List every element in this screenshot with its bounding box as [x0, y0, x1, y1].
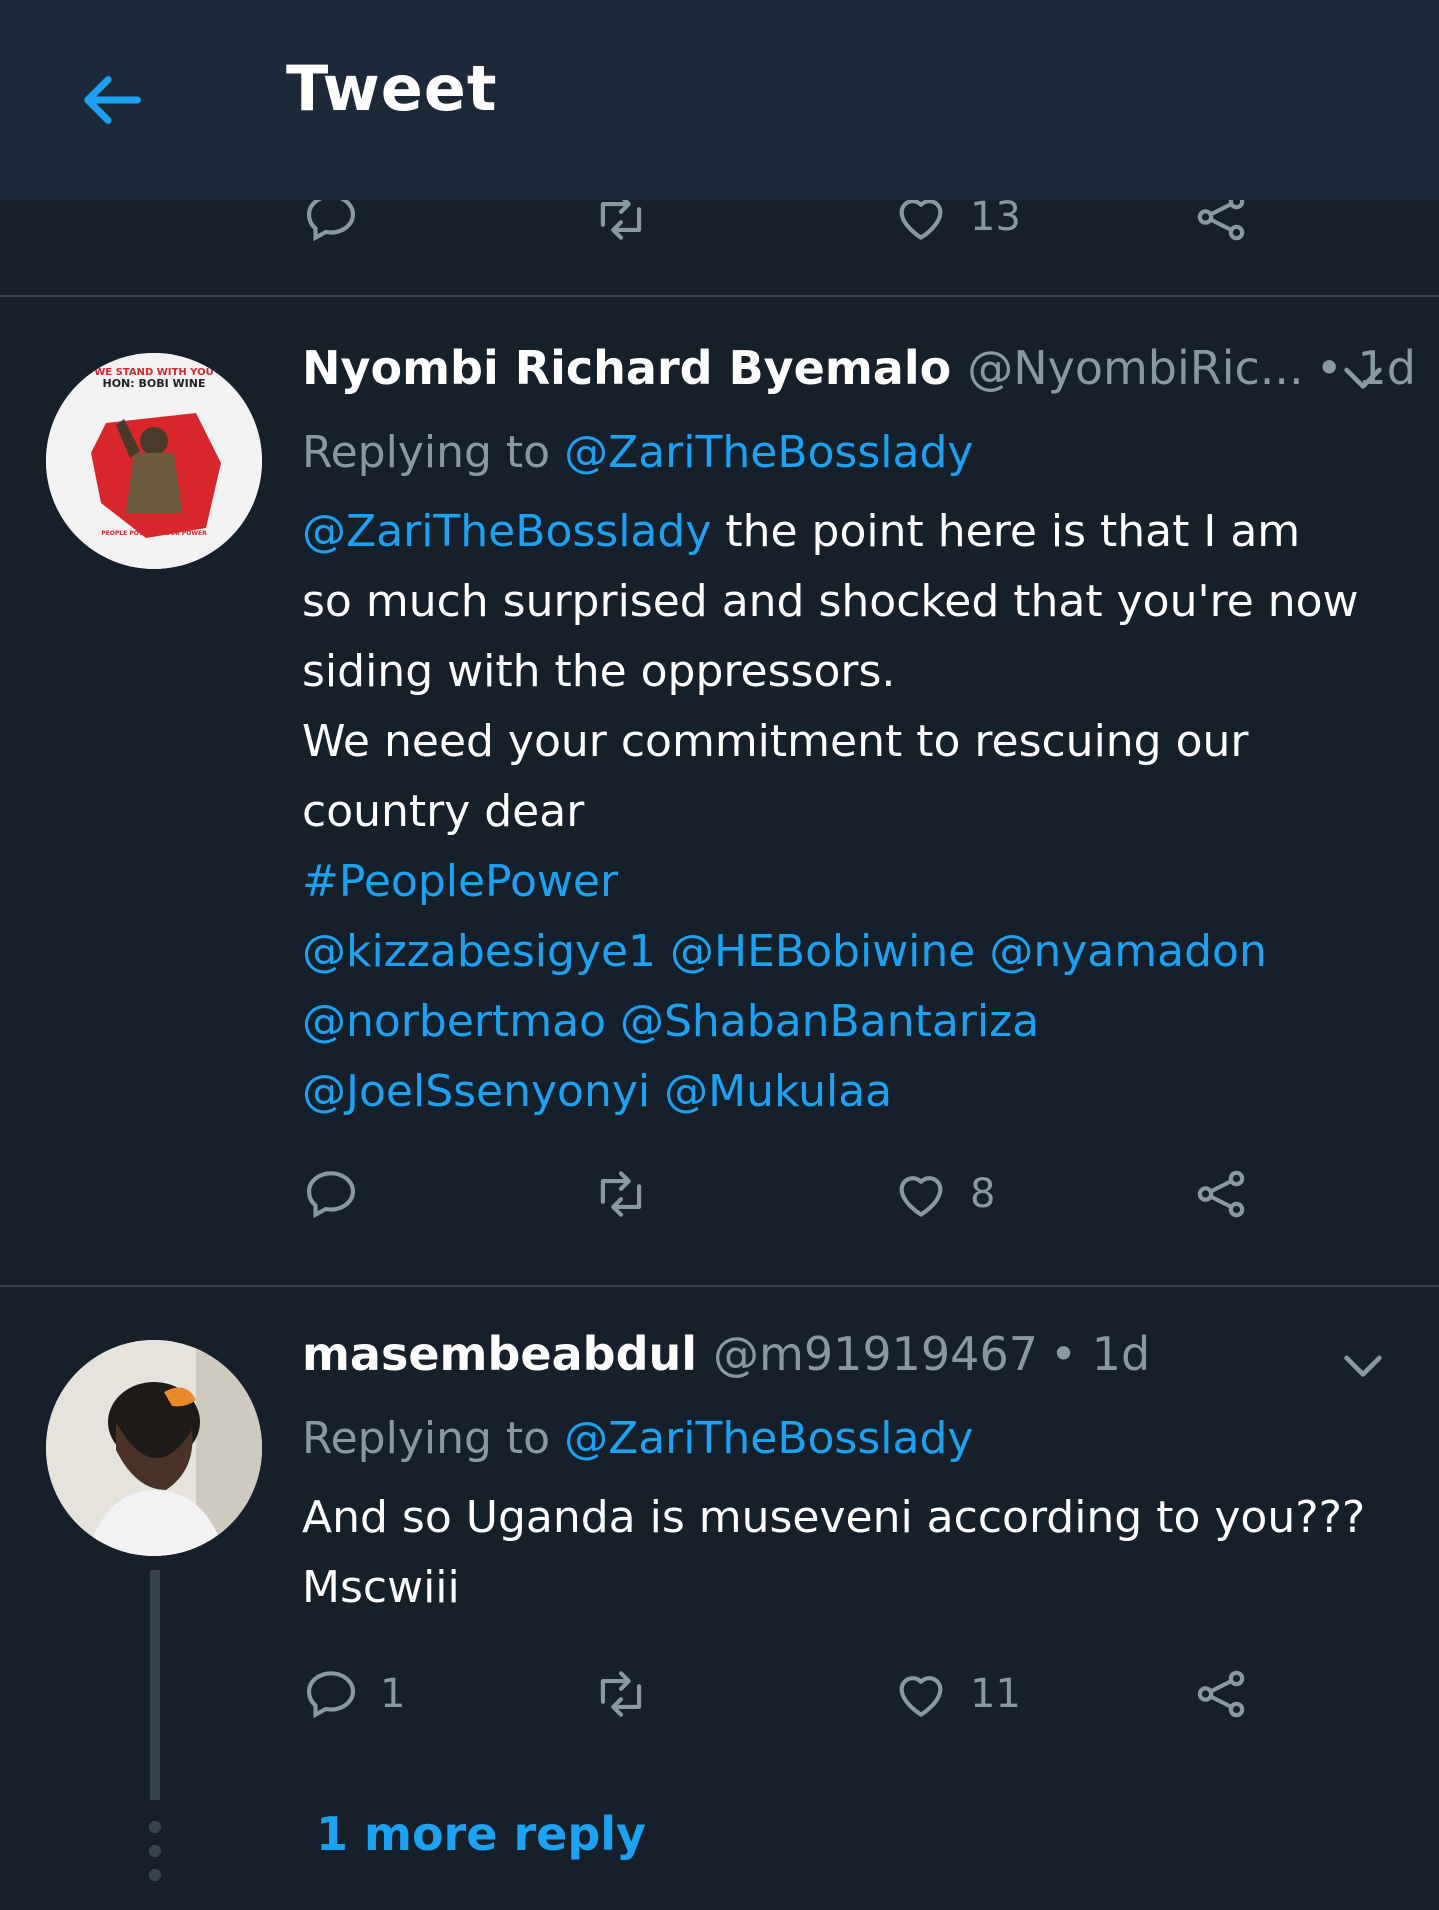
mentions-line: @JoelSsenyonyi @Mukulaa — [302, 1057, 1392, 1127]
back-button[interactable] — [74, 60, 154, 140]
reply-button[interactable]: 1 — [300, 1659, 405, 1729]
text-line: country dear — [302, 786, 585, 837]
share-button[interactable] — [1190, 1159, 1252, 1229]
mentions-line: @norbertmao @ShabanBantariza — [302, 987, 1392, 1057]
text-line: And so Uganda is museveni according to y… — [302, 1492, 1366, 1543]
text-line: Mscwiii — [302, 1562, 460, 1613]
mention-link[interactable]: @HEBobiwine — [670, 926, 975, 977]
reply-icon — [306, 200, 356, 242]
text-line: @ZariTheBosslady the point here is that … — [302, 497, 1392, 567]
avatar-image — [46, 1340, 262, 1556]
text-segment: the point here is that I am — [711, 506, 1301, 557]
share-icon — [1197, 1170, 1245, 1218]
page-title: Tweet — [286, 52, 498, 125]
text-line: We need your commitment to rescuing our — [302, 716, 1249, 767]
like-count: 11 — [970, 1671, 1021, 1717]
mention-link[interactable]: @norbertmao — [302, 996, 606, 1047]
tweet-reply[interactable]: masembeabdul @m91919467 • 1d Replying to… — [0, 1287, 1439, 1910]
text-line: so much surprised and shocked that you'r… — [302, 576, 1359, 627]
replying-label: Replying to — [302, 1413, 551, 1464]
tweet-reply[interactable]: WE STAND WITH YOU HON: BOBI WINE PEOPLE … — [0, 297, 1439, 1287]
retweet-button[interactable] — [590, 200, 652, 252]
avatar-image: WE STAND WITH YOU HON: BOBI WINE PEOPLE … — [46, 353, 262, 569]
tweet-header: Nyombi Richard Byemalo @NyombiRic... • 1… — [302, 341, 1416, 395]
action-bar: 1 11 — [300, 1659, 1280, 1729]
share-icon — [1197, 200, 1245, 241]
tweet-header: masembeabdul @m91919467 • 1d — [302, 1327, 1359, 1381]
replying-label: Replying to — [302, 427, 551, 478]
avatar-text-bottom: PEOPLE POWER ... OUR POWER — [101, 530, 207, 537]
user-handle[interactable]: @NyombiRic... — [967, 341, 1303, 395]
thread-dots-icon — [144, 1821, 166, 1893]
reply-button[interactable] — [300, 1159, 380, 1229]
hashtag-link[interactable]: #PeoplePower — [302, 847, 1392, 917]
mention-link[interactable]: @ShabanBantariza — [620, 996, 1039, 1047]
reply-icon — [306, 1171, 356, 1219]
reply-icon — [306, 1671, 356, 1719]
retweet-icon — [600, 1171, 642, 1217]
heart-icon — [899, 1176, 943, 1217]
avatar[interactable]: WE STAND WITH YOU HON: BOBI WINE PEOPLE … — [46, 353, 262, 569]
replying-to-link[interactable]: @ZariTheBosslady — [564, 427, 973, 478]
like-button[interactable]: 13 — [890, 200, 1021, 252]
reply-button[interactable] — [300, 200, 362, 252]
share-button[interactable] — [1190, 1659, 1252, 1729]
retweet-button[interactable] — [590, 1159, 652, 1229]
heart-icon — [899, 200, 943, 240]
replying-to-link[interactable]: @ZariTheBosslady — [564, 1413, 973, 1464]
arrow-left-icon — [84, 76, 141, 124]
action-bar: 8 — [300, 1159, 1280, 1229]
top-app-bar: Tweet — [0, 0, 1439, 200]
replying-to: Replying to @ZariTheBosslady — [302, 427, 973, 478]
mention-link[interactable]: @kizzabesigye1 — [302, 926, 656, 977]
tweet-thread[interactable]: 13 WE STAND WITH YOU HON: BOBI WINE PEOP… — [0, 200, 1439, 1910]
timestamp: • 1d — [1049, 1327, 1151, 1381]
mentions-line: @kizzabesigye1 @HEBobiwine @nyamadon — [302, 917, 1392, 987]
more-replies-link[interactable]: 1 more reply — [316, 1807, 646, 1861]
user-handle[interactable]: @m91919467 — [713, 1327, 1038, 1381]
share-icon — [1197, 1670, 1245, 1718]
action-bar-top: 13 — [300, 200, 1280, 270]
replying-to: Replying to @ZariTheBosslady — [302, 1413, 973, 1464]
display-name[interactable]: Nyombi Richard Byemalo — [302, 341, 951, 395]
like-count: 8 — [970, 1171, 996, 1217]
tweet-text: And so Uganda is museveni according to y… — [302, 1483, 1392, 1623]
like-button[interactable]: 11 — [890, 1659, 1021, 1729]
mention-link[interactable]: @ZariTheBosslady — [302, 506, 711, 557]
like-count: 13 — [970, 200, 1021, 240]
text-line: siding with the oppressors. — [302, 646, 896, 697]
retweet-icon — [600, 200, 642, 240]
mention-link[interactable]: @Mukulaa — [664, 1066, 892, 1117]
share-button[interactable] — [1190, 200, 1252, 252]
reply-count: 1 — [380, 1671, 406, 1717]
mention-link[interactable]: @nyamadon — [989, 926, 1266, 977]
tweet-text: @ZariTheBosslady the point here is that … — [302, 497, 1392, 1127]
retweet-icon — [600, 1671, 642, 1717]
heart-icon — [899, 1676, 943, 1717]
retweet-button[interactable] — [590, 1659, 652, 1729]
chevron-down-icon[interactable] — [1335, 349, 1391, 405]
avatar-text-mid: HON: BOBI WINE — [103, 377, 206, 390]
avatar[interactable] — [46, 1340, 262, 1556]
chevron-down-icon[interactable] — [1335, 1337, 1391, 1393]
thread-connector — [150, 1570, 160, 1800]
mention-link[interactable]: @JoelSsenyonyi — [302, 1066, 650, 1117]
display-name[interactable]: masembeabdul — [302, 1327, 697, 1381]
like-button[interactable]: 8 — [890, 1159, 995, 1229]
